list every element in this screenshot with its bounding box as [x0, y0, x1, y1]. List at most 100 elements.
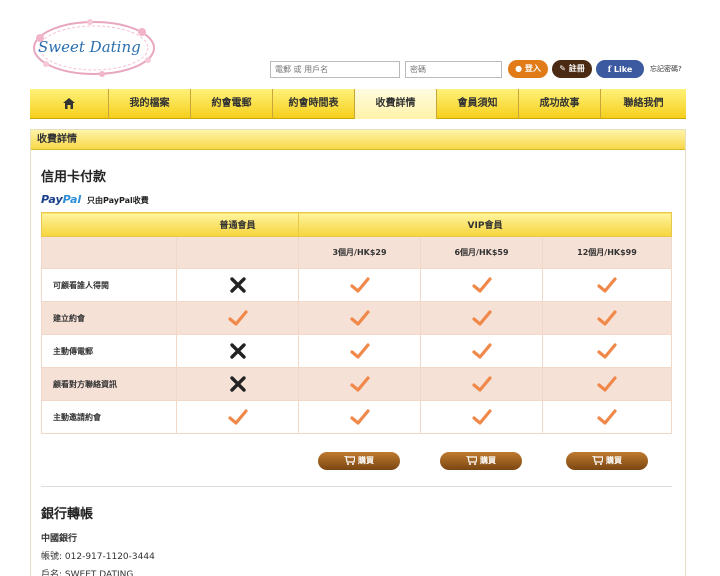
basic-feature-cell — [176, 367, 299, 401]
forgot-password-link[interactable]: 忘記密碼? — [650, 64, 682, 74]
check-icon — [597, 376, 617, 392]
cart-icon — [466, 456, 477, 465]
vip-feature-cell — [298, 334, 421, 368]
bank-transfer-heading: 銀行轉帳 — [41, 507, 94, 522]
main-nav: 我的檔案 約會電郵 約會時間表 收費詳情 會員須知 成功故事 聯絡我們 — [30, 89, 686, 119]
feature-label: 顧看對方聯絡資訊 — [41, 367, 177, 401]
basic-feature-cell — [176, 400, 299, 434]
table-corner — [41, 212, 177, 237]
feature-label: 主動邀請約會 — [41, 400, 177, 434]
check-icon — [471, 343, 492, 359]
facebook-label: Like — [613, 65, 633, 74]
check-icon — [597, 277, 617, 293]
logo-text[interactable]: Sweet Dating — [38, 38, 141, 56]
check-icon — [227, 310, 248, 326]
vip-feature-cell — [542, 367, 672, 401]
vip-feature-cell — [542, 400, 672, 434]
group-vip-header: VIP會員 — [298, 212, 672, 237]
nav-home[interactable] — [30, 89, 109, 119]
check-icon — [349, 343, 370, 359]
check-icon — [471, 310, 492, 326]
bank-account-holder: 戶名: SWEET DATING — [41, 570, 134, 576]
paypal-note: 只由PayPal收費 — [87, 196, 149, 205]
plans-basic-cell — [176, 236, 299, 269]
cart-icon — [344, 456, 355, 465]
table-row: 可顧看誰人得閱 — [41, 268, 672, 302]
vip-feature-cell — [542, 334, 672, 368]
password-input[interactable] — [405, 61, 502, 78]
cross-icon — [229, 376, 246, 392]
check-icon — [349, 277, 370, 293]
nav-dating-schedule[interactable]: 約會時間表 — [273, 89, 355, 119]
basic-feature-cell — [176, 301, 299, 335]
nav-success-stories[interactable]: 成功故事 — [519, 89, 601, 119]
nav-dating-mail[interactable]: 約會電郵 — [191, 89, 273, 119]
plans-empty-cell — [41, 236, 177, 269]
check-icon — [597, 343, 617, 359]
check-icon — [349, 409, 370, 425]
vip-feature-cell — [420, 301, 543, 335]
plan-12-months: 12個月/HK$99 — [542, 236, 672, 269]
cross-icon — [229, 277, 246, 293]
nav-pricing[interactable]: 收費詳情 — [355, 89, 437, 119]
buy-label: 購買 — [480, 456, 496, 465]
vip-feature-cell — [298, 268, 421, 302]
bank-account-number: 帳號: 012-917-1120-3444 — [41, 552, 155, 562]
facebook-like-button[interactable]: f Like — [596, 60, 644, 78]
check-icon — [597, 310, 617, 326]
login-label: 登入 — [524, 64, 541, 73]
buy-button-3-months[interactable]: 購買 — [318, 452, 400, 470]
vip-feature-cell — [298, 367, 421, 401]
table-row: 主動傳電郵 — [41, 334, 672, 368]
plan-6-months: 6個月/HK$59 — [420, 236, 543, 269]
nav-contact-us[interactable]: 聯絡我們 — [601, 89, 686, 119]
buy-button-12-months[interactable]: 購買 — [566, 452, 648, 470]
nav-my-profile[interactable]: 我的檔案 — [109, 89, 191, 119]
register-label: 註冊 — [568, 64, 585, 73]
vip-feature-cell — [542, 268, 672, 302]
home-icon — [63, 97, 75, 109]
check-icon — [597, 409, 617, 425]
vip-feature-cell — [298, 301, 421, 335]
nav-member-notes[interactable]: 會員須知 — [437, 89, 519, 119]
vip-feature-cell — [420, 400, 543, 434]
paypal-brand-pay: Pay — [41, 193, 63, 206]
vip-feature-cell — [420, 334, 543, 368]
check-icon — [227, 409, 248, 425]
basic-feature-cell — [176, 268, 299, 302]
username-input[interactable] — [270, 61, 400, 78]
check-icon — [349, 376, 370, 392]
buy-button-6-months[interactable]: 購買 — [440, 452, 522, 470]
table-row: 主動邀請約會 — [41, 400, 672, 434]
feature-label: 建立約會 — [41, 301, 177, 335]
group-basic-header: 普通會員 — [176, 212, 299, 237]
buy-label: 購買 — [606, 456, 622, 465]
cart-icon — [592, 456, 603, 465]
pencil-icon: ✎ — [559, 64, 569, 73]
vip-feature-cell — [298, 400, 421, 434]
check-icon — [471, 277, 492, 293]
login-button[interactable]: ● 登入 — [508, 60, 548, 78]
basic-feature-cell — [176, 334, 299, 368]
table-row: 建立約會 — [41, 301, 672, 335]
table-row: 顧看對方聯絡資訊 — [41, 367, 672, 401]
bank-name: 中國銀行 — [41, 534, 78, 544]
vip-feature-cell — [420, 268, 543, 302]
lock-icon: ● — [515, 64, 525, 73]
section-divider — [41, 486, 672, 487]
feature-label: 可顧看誰人得閱 — [41, 268, 177, 302]
plan-3-months: 3個月/HK$29 — [298, 236, 421, 269]
check-icon — [349, 310, 370, 326]
credit-card-heading: 信用卡付款 — [41, 170, 107, 185]
check-icon — [471, 376, 492, 392]
paypal-brand-pal: Pal — [62, 193, 82, 206]
paypal-logo: PayPal — [41, 193, 81, 206]
register-button[interactable]: ✎ 註冊 — [552, 60, 592, 78]
section-title: 收費詳情 — [31, 130, 685, 150]
pricing-table: 普通會員 VIP會員 3個月/HK$29 6個月/HK$59 12個月/HK$9… — [41, 212, 672, 434]
feature-label: 主動傳電郵 — [41, 334, 177, 368]
check-icon — [471, 409, 492, 425]
cross-icon — [229, 343, 246, 359]
vip-feature-cell — [420, 367, 543, 401]
vip-feature-cell — [542, 301, 672, 335]
